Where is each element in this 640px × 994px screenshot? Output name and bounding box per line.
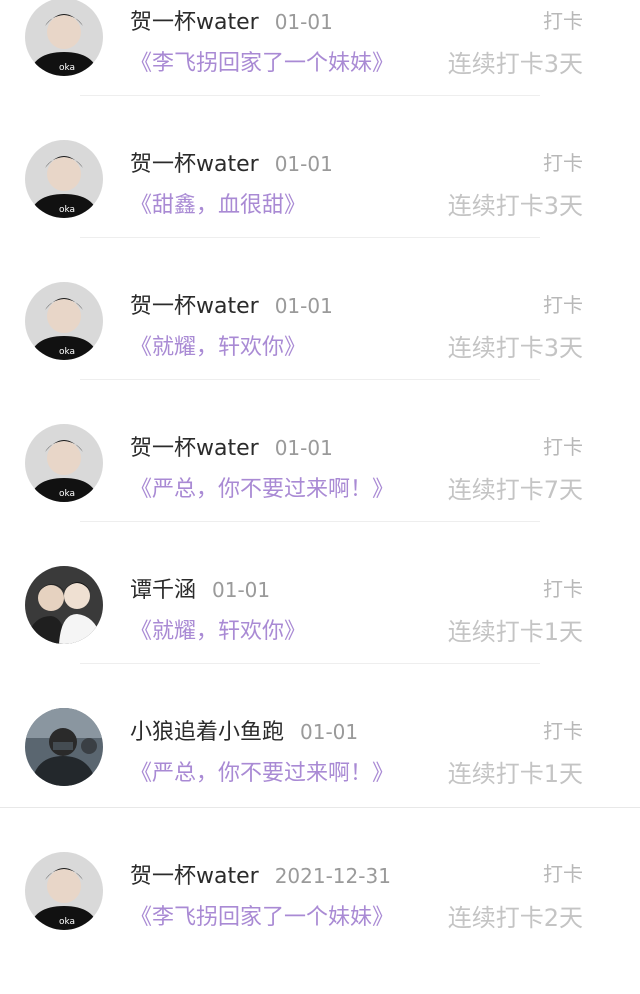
avatar-boy-black-image: oka (25, 0, 103, 76)
username[interactable]: 贺一杯water 01-01 (130, 146, 333, 178)
svg-text:oka: oka (59, 63, 75, 73)
divider (80, 521, 540, 522)
username[interactable]: 谭千涵 01-01 (130, 572, 270, 604)
svg-text:oka: oka (59, 205, 75, 215)
feed-item[interactable]: oka 贺一杯water 01-01 打卡 《甜鑫，血很甜》 连续打卡3天 (0, 140, 640, 284)
post-date: 01-01 (274, 436, 333, 460)
post-date: 01-01 (300, 720, 359, 744)
checkin-label: 打卡 (543, 151, 583, 175)
divider (0, 807, 640, 808)
username[interactable]: 贺一杯water 01-01 (130, 430, 333, 462)
username[interactable]: 贺一杯water 2021-12-31 (130, 858, 391, 890)
avatar-boy-black-image: oka (25, 282, 103, 360)
avatar[interactable]: oka (25, 140, 103, 218)
avatar-two-people-image (25, 566, 103, 644)
username-text[interactable]: 贺一杯water (130, 436, 259, 461)
avatar[interactable] (25, 708, 103, 786)
avatar[interactable] (25, 566, 103, 644)
checkin-feed: oka 贺一杯water 01-01 打卡 《李飞拐回家了一个妹妹》 连续打卡3天… (0, 0, 640, 949)
streak-count: 连续打卡2天 (447, 904, 583, 932)
checkin-label: 打卡 (543, 719, 583, 743)
post-date: 01-01 (274, 294, 333, 318)
post-date: 01-01 (274, 10, 333, 34)
username[interactable]: 贺一杯water 01-01 (130, 4, 333, 36)
post-date: 2021-12-31 (274, 864, 391, 888)
streak-count: 连续打卡3天 (447, 334, 583, 362)
book-title-link[interactable]: 《李飞拐回家了一个妹妹》 (130, 899, 394, 931)
feed-item[interactable]: oka 贺一杯water 01-01 打卡 《李飞拐回家了一个妹妹》 连续打卡3天 (0, 0, 640, 142)
checkin-label: 打卡 (543, 9, 583, 33)
divider (80, 237, 540, 238)
username[interactable]: 小狼追着小鱼跑 01-01 (130, 714, 358, 746)
svg-text:oka: oka (59, 347, 75, 357)
username-text[interactable]: 谭千涵 (130, 578, 196, 603)
feed-item[interactable]: oka 贺一杯water 01-01 打卡 《就耀，轩欢你》 连续打卡3天 (0, 282, 640, 426)
username-text[interactable]: 贺一杯water (130, 864, 259, 889)
book-title-link[interactable]: 《李飞拐回家了一个妹妹》 (130, 45, 394, 77)
username[interactable]: 贺一杯water 01-01 (130, 288, 333, 320)
divider (80, 379, 540, 380)
checkin-label: 打卡 (543, 293, 583, 317)
book-title-link[interactable]: 《严总，你不要过来啊！》 (130, 471, 394, 503)
book-title-link[interactable]: 《就耀，轩欢你》 (130, 329, 306, 361)
username-text[interactable]: 小狼追着小鱼跑 (130, 720, 284, 745)
avatar-dark-photo-image (25, 708, 103, 786)
checkin-label: 打卡 (543, 862, 583, 886)
avatar-boy-black-image: oka (25, 424, 103, 502)
book-title-link[interactable]: 《严总，你不要过来啊！》 (130, 755, 394, 787)
username-text[interactable]: 贺一杯water (130, 10, 259, 35)
avatar[interactable]: oka (25, 0, 103, 76)
book-title-link[interactable]: 《甜鑫，血很甜》 (130, 187, 306, 219)
checkin-label: 打卡 (543, 435, 583, 459)
svg-text:oka: oka (59, 917, 75, 927)
feed-item[interactable]: oka 贺一杯water 01-01 打卡 《严总，你不要过来啊！》 连续打卡7天 (0, 424, 640, 568)
feed-item[interactable]: 小狼追着小鱼跑 01-01 打卡 《严总，你不要过来啊！》 连续打卡1天 (0, 708, 640, 852)
book-title-link[interactable]: 《就耀，轩欢你》 (130, 613, 306, 645)
feed-item[interactable]: oka 贺一杯water 2021-12-31 打卡 《李飞拐回家了一个妹妹》 连… (0, 852, 640, 994)
svg-text:oka: oka (59, 489, 75, 499)
divider (80, 95, 540, 96)
post-date: 01-01 (212, 578, 271, 602)
streak-count: 连续打卡7天 (447, 476, 583, 504)
avatar[interactable]: oka (25, 424, 103, 502)
streak-count: 连续打卡3天 (447, 192, 583, 220)
avatar-boy-black-image: oka (25, 852, 103, 930)
username-text[interactable]: 贺一杯water (130, 152, 259, 177)
streak-count: 连续打卡1天 (447, 618, 583, 646)
avatar[interactable]: oka (25, 852, 103, 930)
streak-count: 连续打卡3天 (447, 50, 583, 78)
divider (80, 663, 540, 664)
checkin-label: 打卡 (543, 577, 583, 601)
avatar[interactable]: oka (25, 282, 103, 360)
streak-count: 连续打卡1天 (447, 760, 583, 788)
feed-item[interactable]: 谭千涵 01-01 打卡 《就耀，轩欢你》 连续打卡1天 (0, 566, 640, 710)
avatar-boy-black-image: oka (25, 140, 103, 218)
username-text[interactable]: 贺一杯water (130, 294, 259, 319)
post-date: 01-01 (274, 152, 333, 176)
